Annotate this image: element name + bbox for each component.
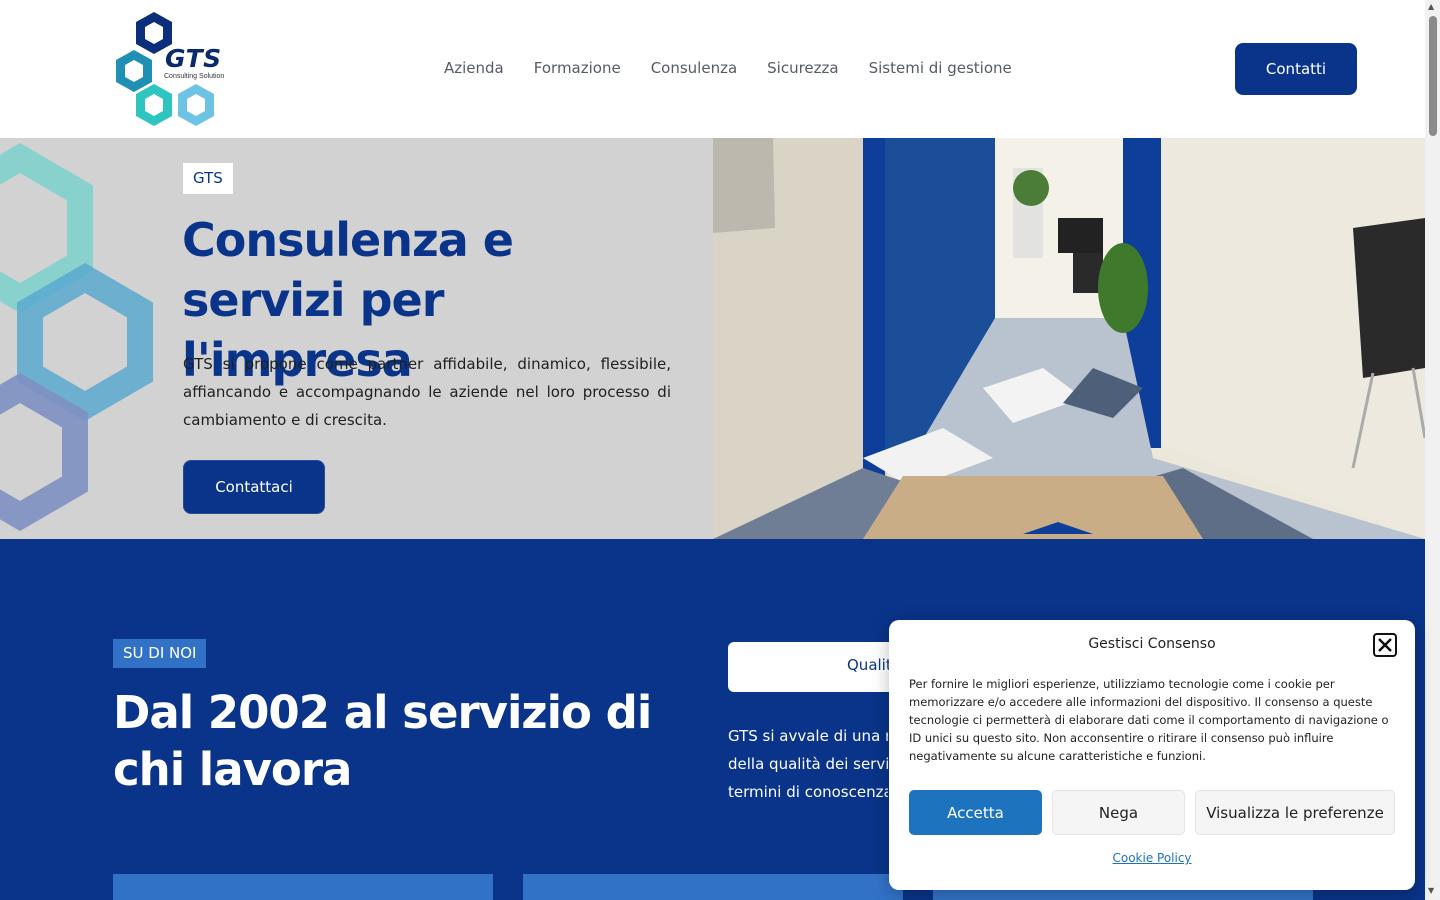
scroll-up-arrow-icon[interactable]: ▲ <box>1428 2 1434 11</box>
deny-button[interactable]: Nega <box>1052 790 1185 835</box>
tab-qualita[interactable]: Qualit <box>847 656 892 674</box>
scroll-down-arrow-icon[interactable]: ▼ <box>1428 886 1434 895</box>
main-nav: Azienda Formazione Consulenza Sicurezza … <box>429 56 1027 80</box>
cookie-text: Per fornire le migliori esperienze, util… <box>909 677 1389 763</box>
nav-item-consulenza[interactable]: Consulenza <box>636 56 752 80</box>
hero-badge: GTS <box>183 163 233 194</box>
view-preferences-button[interactable]: Visualizza le preferenze <box>1195 790 1395 835</box>
office-photo <box>713 138 1425 539</box>
service-card[interactable] <box>113 874 493 900</box>
logo-text: GTS <box>165 44 222 73</box>
contatti-button[interactable]: Contatti <box>1235 43 1357 95</box>
cookie-policy-link[interactable]: Cookie Policy <box>889 851 1415 865</box>
about-text-line: GTS si avvale di una re <box>728 727 888 745</box>
about-title: Dal 2002 al servizio di chi lavora <box>113 686 652 796</box>
nav-item-formazione[interactable]: Formazione <box>519 56 636 80</box>
service-card[interactable] <box>523 874 903 900</box>
hexagon-decoration-icon <box>0 142 153 532</box>
contattaci-button[interactable]: Contattaci <box>183 460 325 514</box>
accept-button[interactable]: Accetta <box>909 790 1042 835</box>
about-badge: SU DI NOI <box>113 639 207 668</box>
about-text-line: della qualità dei serviz <box>728 755 888 773</box>
nav-item-sicurezza[interactable]: Sicurezza <box>752 56 853 80</box>
cookie-consent-dialog: Gestisci Consenso Per fornire le miglior… <box>889 620 1415 890</box>
logo-tagline: Consulting Solution <box>164 73 225 80</box>
site-header: GTS Consulting Solution Azienda Formazio… <box>0 0 1425 138</box>
cookie-title: Gestisci Consenso <box>1088 636 1216 652</box>
scrollbar-thumb[interactable] <box>1429 16 1437 136</box>
nav-item-azienda[interactable]: Azienda <box>429 56 519 80</box>
close-icon[interactable] <box>1373 633 1397 657</box>
about-text: GTS si avvale di una re della qualità de… <box>728 722 888 806</box>
about-text-line: termini di conoscenza <box>728 783 888 801</box>
hero-description: GTS si propone come partner affidabile, … <box>183 355 671 429</box>
nav-item-sistemi-di-gestione[interactable]: Sistemi di gestione <box>854 56 1027 80</box>
